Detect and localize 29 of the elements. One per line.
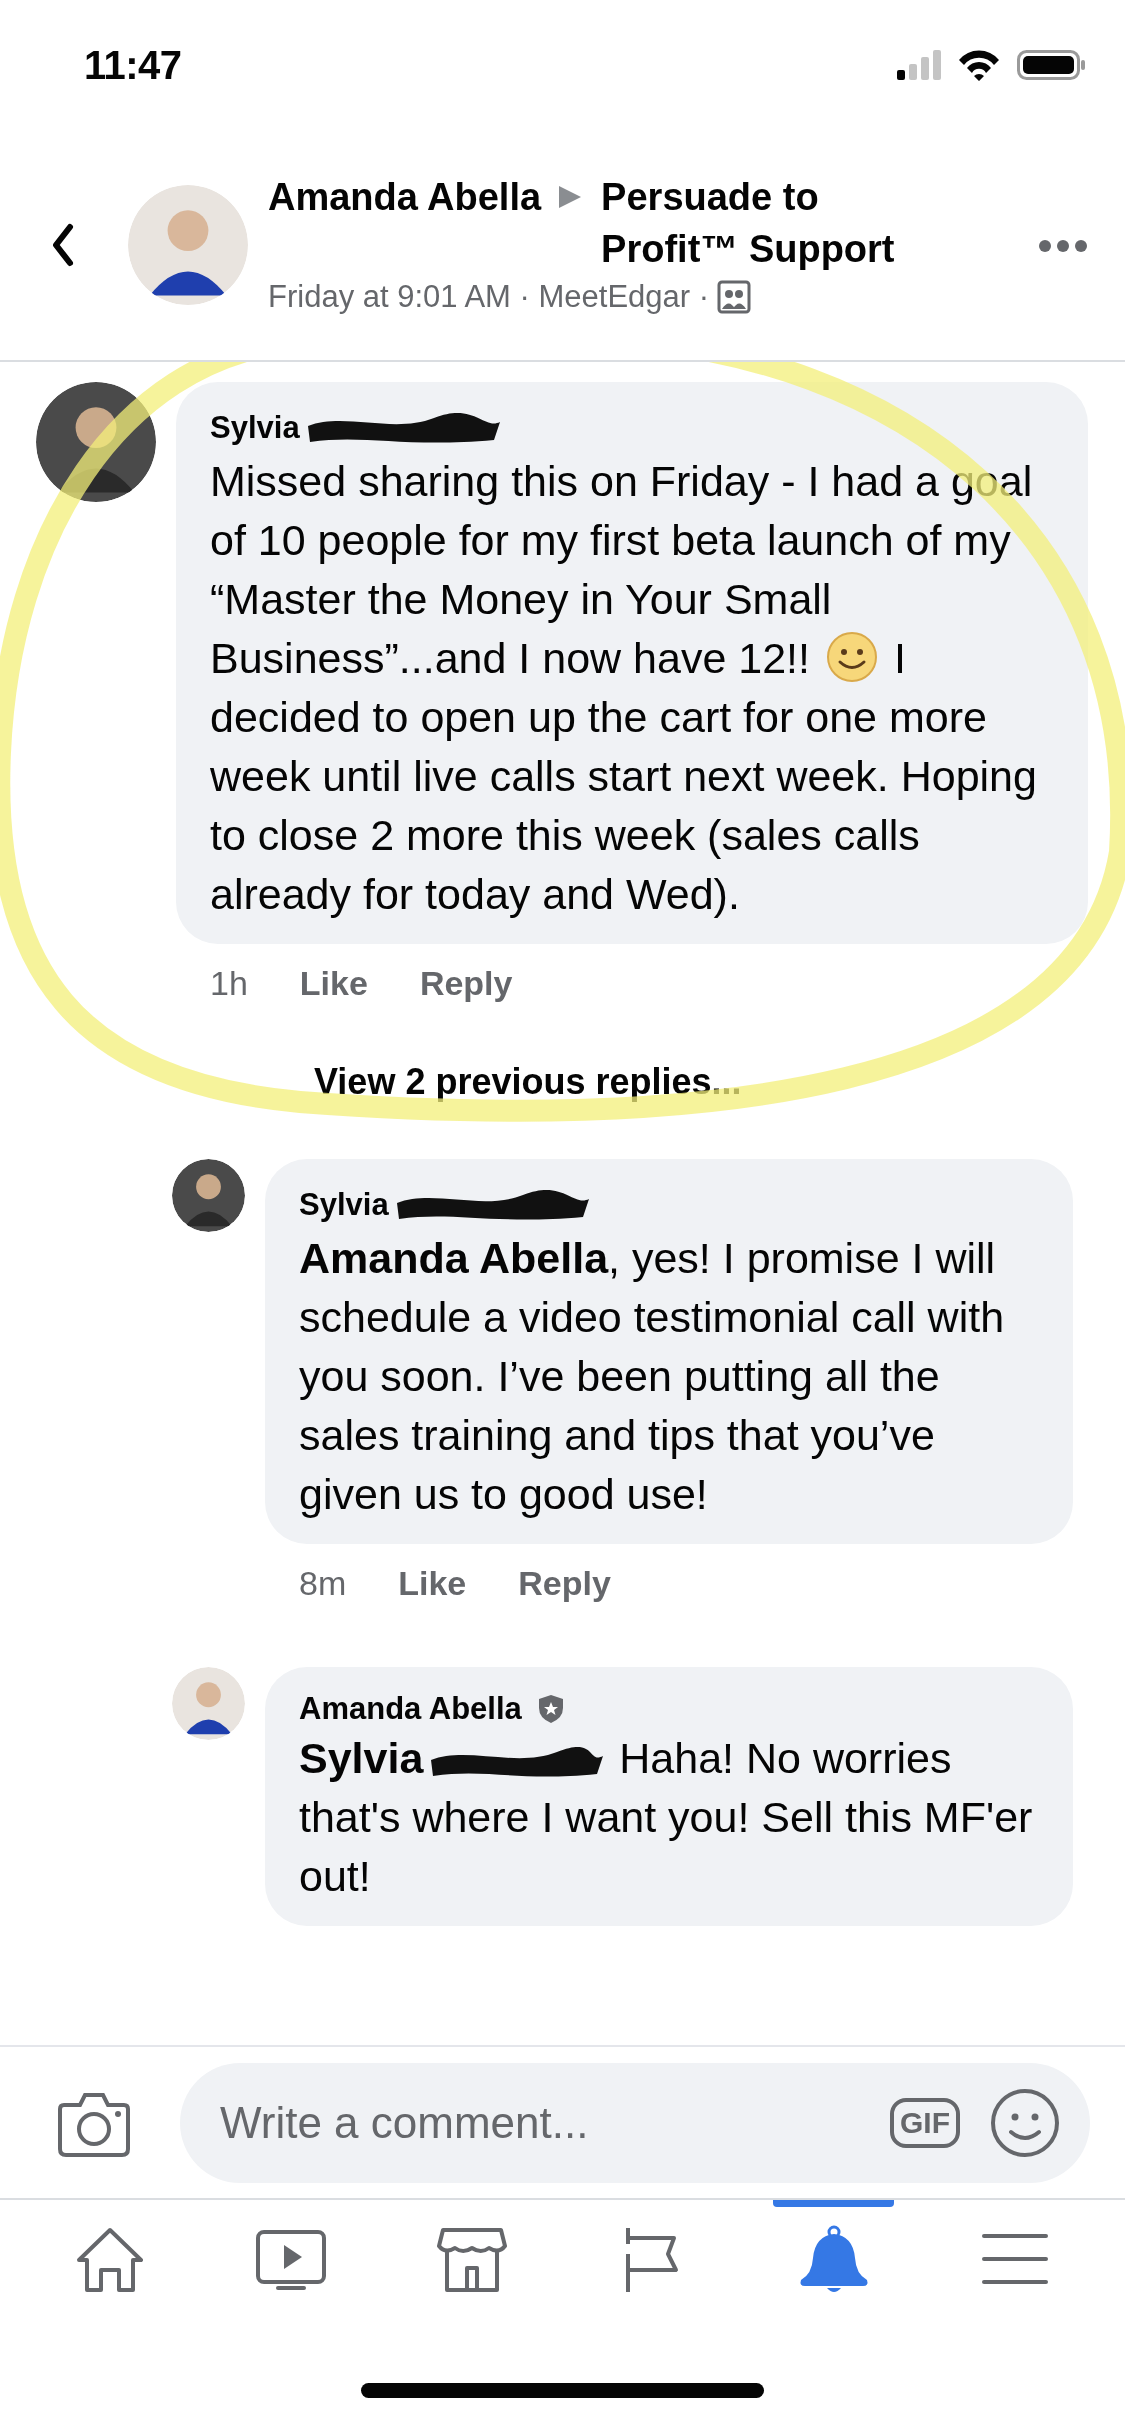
smiley-icon — [990, 2087, 1060, 2158]
author-name[interactable]: Sylvia — [299, 1185, 389, 1225]
smiley-icon — [825, 631, 878, 683]
action-link[interactable]: Reply — [419, 958, 513, 1009]
more-icon — [1039, 239, 1087, 252]
emoji-button[interactable] — [990, 2087, 1060, 2158]
timestamp: 1h — [210, 963, 248, 1004]
back-button[interactable] — [50, 223, 76, 267]
clock-time: 11:47 — [84, 42, 182, 89]
comment-text: Amanda Abella, yes! I promise I will schedule a video testimonial call with you soon. I’ve been putting all the sales training and tips that you’ve given us to good use! — [299, 1233, 1006, 1520]
timestamp: 8m — [299, 1563, 347, 1604]
group-icon — [717, 280, 752, 314]
back-icon — [50, 223, 76, 267]
author-name[interactable]: Sylvia — [210, 408, 300, 448]
group-name[interactable]: Persuade to Profit™ Support — [601, 171, 922, 275]
action-link[interactable]: Like — [299, 958, 368, 1009]
comment-text: Missed sharing this on Friday - I had a goal of 10 people for my first beta launch of my “Master the Money in Your Small Business”...and I now have 12!! I decided to open up the cart for one more week until live calls start next week. Hoping to close 2 more this week (sales calls already for today and Wed). — [210, 456, 1038, 920]
action-link[interactable]: Reply — [518, 1558, 611, 1609]
author-name[interactable]: Amanda Abella — [268, 171, 542, 223]
signal-icon — [897, 50, 941, 80]
battery-icon — [1017, 50, 1085, 80]
view-replies-link[interactable]: View 2 previous replies... — [314, 1055, 742, 1109]
comment-text: Sylvia Haha! No worries that's where I want you! Sell this MF'er out! — [299, 1733, 1034, 1902]
gif-button[interactable]: GIF — [890, 2097, 960, 2148]
wifi-icon — [957, 49, 1001, 81]
post-meta: Friday at 9:01 AM · MeetEdgar · — [268, 278, 710, 316]
action-link[interactable]: Like — [398, 1558, 467, 1609]
author-name[interactable]: Amanda Abella — [299, 1689, 522, 1729]
comment-field[interactable]: Write a comment... GIF — [180, 2062, 1090, 2183]
